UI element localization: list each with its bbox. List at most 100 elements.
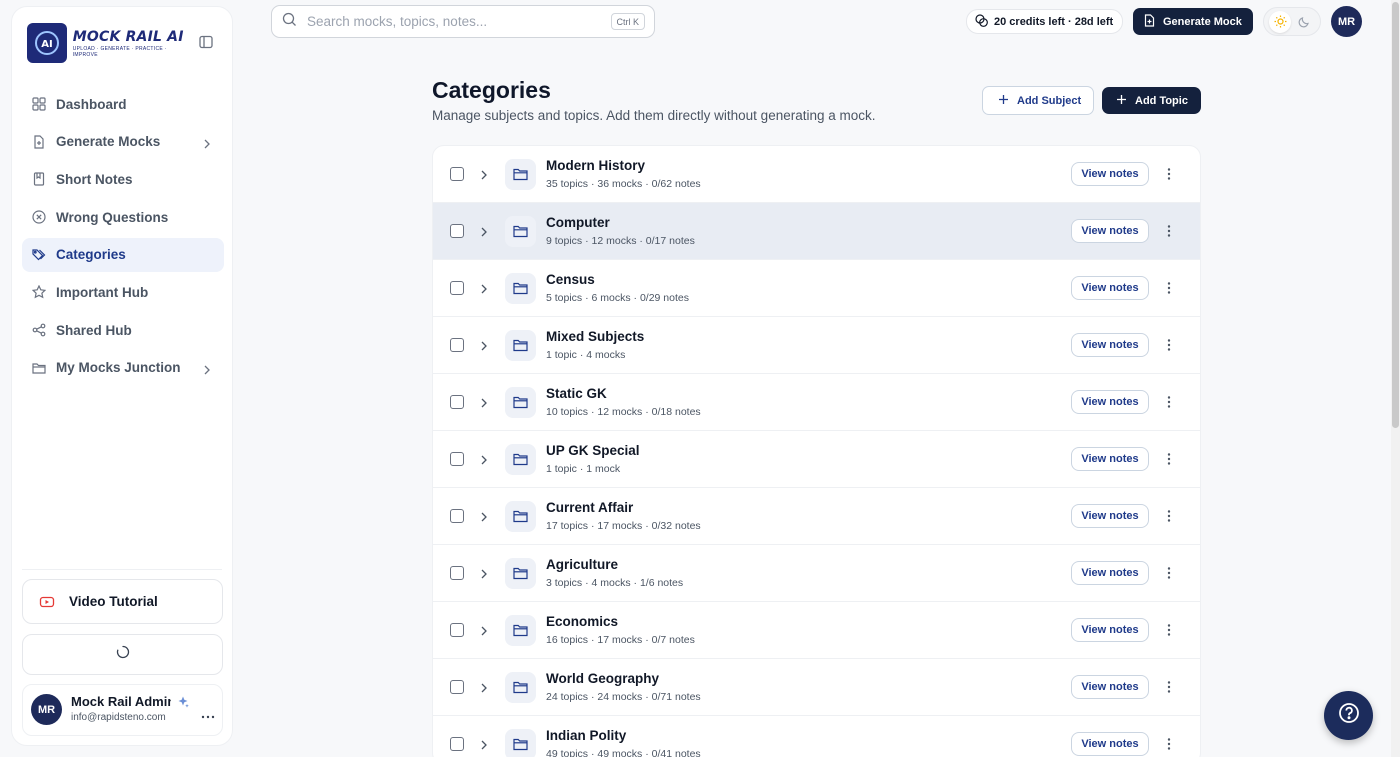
more-horizontal-icon[interactable] <box>201 707 215 719</box>
category-row[interactable]: Economics 16 topics · 17 mocks · 0/7 note… <box>433 602 1200 659</box>
user-avatar-button[interactable]: MR <box>1331 6 1362 37</box>
generate-mock-button[interactable]: Generate Mock <box>1133 8 1253 35</box>
more-vertical-icon[interactable] <box>1165 224 1173 238</box>
more-vertical-icon[interactable] <box>1165 509 1173 523</box>
chevron-right-icon[interactable] <box>479 282 489 294</box>
add-topic-button[interactable]: Add Topic <box>1102 87 1201 114</box>
sidebar-divider <box>22 569 222 570</box>
row-checkbox[interactable] <box>450 281 464 295</box>
chevron-right-icon[interactable] <box>479 225 489 237</box>
sidebar-item-label: Shared Hub <box>56 322 132 338</box>
row-checkbox[interactable] <box>450 224 464 238</box>
category-row[interactable]: Modern History 35 topics · 36 mocks · 0/6… <box>433 146 1200 203</box>
user-profile-card[interactable]: MR Mock Rail Admin info@rapidsteno.com <box>22 684 223 736</box>
category-name[interactable]: Current Affair <box>546 500 633 515</box>
sidebar-item-shared-hub[interactable]: Shared Hub <box>22 313 224 347</box>
category-name[interactable]: Static GK <box>546 386 607 401</box>
sidebar-item-important-hub[interactable]: Important Hub <box>22 275 224 309</box>
chevron-right-icon[interactable] <box>479 168 489 180</box>
category-row[interactable]: Computer 9 topics · 12 mocks · 0/17 notes… <box>433 203 1200 260</box>
theme-toggle[interactable] <box>1263 7 1321 36</box>
sidebar-item-short-notes[interactable]: Short Notes <box>22 162 224 196</box>
video-tutorial-button[interactable]: Video Tutorial <box>22 579 223 624</box>
view-notes-button[interactable]: View notes <box>1071 219 1149 243</box>
more-vertical-icon[interactable] <box>1165 623 1173 637</box>
more-vertical-icon[interactable] <box>1165 395 1173 409</box>
category-row[interactable]: Mixed Subjects 1 topic · 4 mocks View note… <box>433 317 1200 374</box>
view-notes-button[interactable]: View notes <box>1071 162 1149 186</box>
row-checkbox[interactable] <box>450 737 464 751</box>
folder-icon <box>505 159 536 190</box>
more-vertical-icon[interactable] <box>1165 338 1173 352</box>
more-vertical-icon[interactable] <box>1165 167 1173 181</box>
chevron-right-icon[interactable] <box>479 396 489 408</box>
row-checkbox[interactable] <box>450 680 464 694</box>
view-notes-button[interactable]: View notes <box>1071 618 1149 642</box>
folder-icon <box>505 558 536 589</box>
view-notes-button[interactable]: View notes <box>1071 732 1149 756</box>
view-notes-button[interactable]: View notes <box>1071 561 1149 585</box>
more-vertical-icon[interactable] <box>1165 680 1173 694</box>
category-name[interactable]: UP GK Special <box>546 443 640 458</box>
row-checkbox[interactable] <box>450 452 464 466</box>
category-row[interactable]: Indian Polity 49 topics · 49 mocks · 0/41… <box>433 716 1200 757</box>
view-notes-button[interactable]: View notes <box>1071 276 1149 300</box>
chevron-right-icon[interactable] <box>479 510 489 522</box>
row-checkbox[interactable] <box>450 566 464 580</box>
category-name[interactable]: Mixed Subjects <box>546 329 644 344</box>
search-bar[interactable]: Ctrl K <box>271 5 655 38</box>
sidebar-item-dashboard[interactable]: Dashboard <box>22 87 224 121</box>
category-name[interactable]: Computer <box>546 215 610 230</box>
moon-icon[interactable] <box>1293 11 1315 33</box>
folder-icon <box>32 361 46 375</box>
scrollbar-thumb[interactable] <box>1392 2 1399 428</box>
view-notes-button[interactable]: View notes <box>1071 390 1149 414</box>
chevron-right-icon[interactable] <box>479 624 489 636</box>
category-row[interactable]: UP GK Special 1 topic · 1 mock View notes <box>433 431 1200 488</box>
category-row[interactable]: Current Affair 17 topics · 17 mocks · 0/3… <box>433 488 1200 545</box>
more-vertical-icon[interactable] <box>1165 281 1173 295</box>
sidebar-collapse-icon[interactable] <box>198 34 214 50</box>
more-vertical-icon[interactable] <box>1165 566 1173 580</box>
view-notes-button[interactable]: View notes <box>1071 447 1149 471</box>
sidebar-item-categories[interactable]: Categories <box>22 237 224 272</box>
category-row[interactable]: Agriculture 3 topics · 4 mocks · 1/6 note… <box>433 545 1200 602</box>
sidebar-item-wrong-questions[interactable]: Wrong Questions <box>22 200 224 234</box>
row-checkbox[interactable] <box>450 623 464 637</box>
folder-icon <box>505 387 536 418</box>
category-row[interactable]: Census 5 topics · 6 mocks · 0/29 notes Vie… <box>433 260 1200 317</box>
more-vertical-icon[interactable] <box>1165 452 1173 466</box>
view-notes-button[interactable]: View notes <box>1071 333 1149 357</box>
credits-badge[interactable]: 20 credits left · 28d left <box>966 9 1123 34</box>
row-checkbox[interactable] <box>450 338 464 352</box>
category-name[interactable]: Modern History <box>546 158 645 173</box>
sidebar-item-generate-mocks[interactable]: Generate Mocks <box>22 125 224 159</box>
category-meta: 1 topic · 1 mock <box>546 463 621 475</box>
sidebar-item-my-mocks-junction[interactable]: My Mocks Junction <box>22 351 224 385</box>
brand-logo[interactable]: AI MOCK RAIL AI UPLOAD · GENERATE · PRAC… <box>27 22 187 64</box>
avatar: MR <box>31 694 62 725</box>
chevron-right-icon[interactable] <box>479 567 489 579</box>
search-input[interactable] <box>307 14 597 29</box>
view-notes-button[interactable]: View notes <box>1071 504 1149 528</box>
add-subject-button[interactable]: Add Subject <box>982 86 1094 115</box>
sun-icon[interactable] <box>1269 10 1291 33</box>
chevron-right-icon[interactable] <box>479 738 489 750</box>
category-name[interactable]: Agriculture <box>546 557 618 572</box>
chevron-right-icon[interactable] <box>479 453 489 465</box>
row-checkbox[interactable] <box>450 509 464 523</box>
chevron-right-icon[interactable] <box>479 339 489 351</box>
chevron-right-icon[interactable] <box>479 681 489 693</box>
row-checkbox[interactable] <box>450 395 464 409</box>
view-notes-button[interactable]: View notes <box>1071 675 1149 699</box>
more-vertical-icon[interactable] <box>1165 737 1173 751</box>
category-name[interactable]: Census <box>546 272 595 287</box>
plus-icon <box>998 94 1009 108</box>
help-button[interactable] <box>1324 691 1373 740</box>
category-row[interactable]: Static GK 10 topics · 12 mocks · 0/18 not… <box>433 374 1200 431</box>
category-name[interactable]: World Geography <box>546 671 659 686</box>
category-name[interactable]: Economics <box>546 614 618 629</box>
row-checkbox[interactable] <box>450 167 464 181</box>
category-row[interactable]: World Geography 24 topics · 24 mocks · 0/… <box>433 659 1200 716</box>
category-name[interactable]: Indian Polity <box>546 728 626 743</box>
